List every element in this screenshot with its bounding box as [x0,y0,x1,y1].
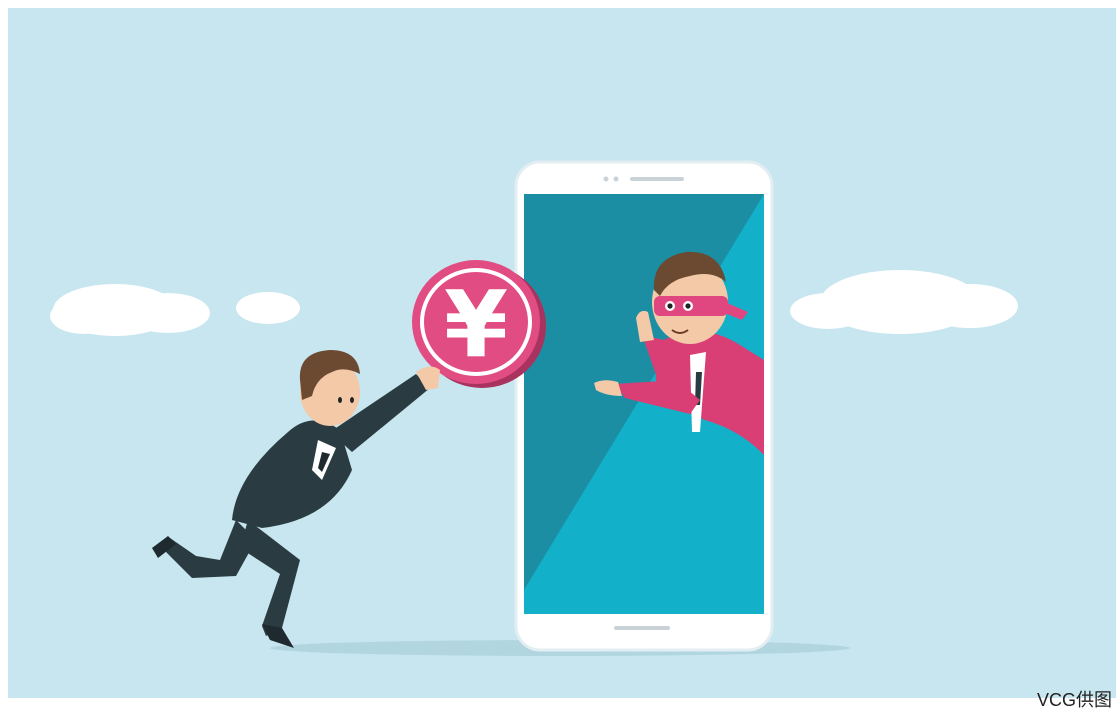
cloud-small-icon [236,292,300,324]
phone-scam-illustration: ¥ [8,8,1116,698]
currency-symbol: ¥ [444,271,508,378]
image-credit: VCG供图 [1036,690,1112,710]
illustration-frame: ¥ VCG供图 [0,0,1116,712]
